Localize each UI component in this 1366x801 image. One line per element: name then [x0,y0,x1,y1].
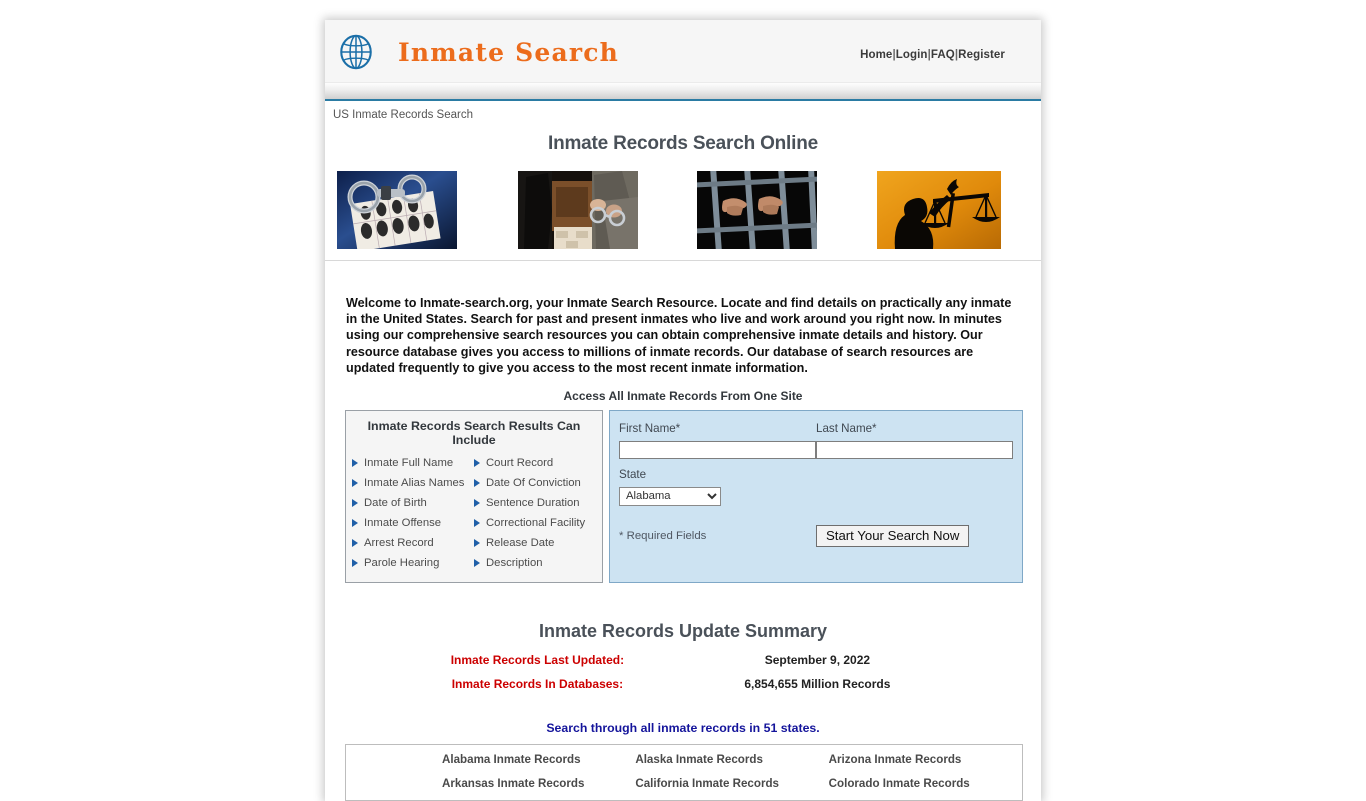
triangle-bullet-icon [474,479,480,488]
panels-row: Inmate Records Search Results Can Includ… [345,410,1023,584]
nav-link-login[interactable]: Login [896,49,928,61]
summary-value: 6,854,655 Million Records [744,677,891,692]
state-link-colorado[interactable]: Colorado Inmate Records [829,777,1022,790]
table-row: Inmate Records In Databases: 6,854,655 M… [403,672,963,696]
hero-image-justice-scales [877,171,1001,249]
triangle-bullet-icon [352,459,358,468]
feature-item: Sentence Duration [474,493,596,513]
feature-item: Arrest Record [352,533,474,553]
first-name-label: First Name* [619,422,681,436]
feature-item: Inmate Full Name [352,453,474,473]
brand-title: Inmate Search [398,37,620,67]
state-links-box: Alabama Inmate Records Alaska Inmate Rec… [345,744,1023,801]
feature-label: Correctional Facility [486,517,586,530]
feature-item: Inmate Alias Names [352,473,474,493]
state-link-arkansas[interactable]: Arkansas Inmate Records [442,777,635,790]
table-row: Inmate Records Last Updated: September 9… [403,648,963,672]
state-select[interactable]: Alabama [619,486,721,506]
features-column-right: Court Record Date Of Conviction Sentence… [474,453,596,573]
required-fields-note: * Required Fields [619,529,707,542]
feature-item: Court Record [474,453,596,473]
summary-label: Inmate Records In Databases: [451,677,624,692]
features-column-left: Inmate Full Name Inmate Alias Names Date… [352,453,474,573]
feature-item: Date Of Conviction [474,473,596,493]
feature-item: Description [474,553,596,573]
features-title: Inmate Records Search Results Can Includ… [367,419,581,448]
hero-image-handcuffs-fingerprints [337,171,457,249]
feature-label: Inmate Full Name [364,457,454,470]
first-name-field-group: First Name* [619,422,816,460]
last-name-field-group: Last Name* [816,422,1013,460]
features-panel: Inmate Records Search Results Can Includ… [345,410,603,584]
hero-image-arrest [518,171,638,249]
feature-item: Inmate Offense [352,513,474,533]
triangle-bullet-icon [352,479,358,488]
triangle-bullet-icon [474,499,480,508]
state-link-alabama[interactable]: Alabama Inmate Records [442,753,635,766]
triangle-bullet-icon [352,499,358,508]
triangle-bullet-icon [474,519,480,528]
state-link-alaska[interactable]: Alaska Inmate Records [635,753,828,766]
page-title: Inmate Records Search Online [548,133,818,154]
feature-item: Release Date [474,533,596,553]
feature-item: Correctional Facility [474,513,596,533]
first-name-input[interactable] [619,441,816,460]
hero-image-strip [325,171,1041,249]
feature-item: Parole Hearing [352,553,474,573]
triangle-bullet-icon [352,539,358,548]
summary-label: Inmate Records Last Updated: [450,653,625,668]
feature-label: Date of Birth [364,497,427,510]
state-link-california[interactable]: California Inmate Records [635,777,828,790]
summary-value: September 9, 2022 [764,653,871,668]
intro-paragraph: Welcome to Inmate-search.org, your Inmat… [346,296,1012,375]
search-form-panel: First Name* Last Name* State Alabama * R… [609,410,1023,584]
last-name-input[interactable] [816,441,1013,460]
feature-label: Court Record [486,457,554,470]
site-header: Inmate Search Home|Login|FAQ|Register [325,20,1041,83]
last-name-label: Last Name* [816,422,877,436]
feature-label: Date Of Conviction [486,477,581,490]
globe-icon [340,34,372,70]
feature-label: Parole Hearing [364,557,440,570]
nav-link-faq[interactable]: FAQ [931,49,955,61]
nav-link-home[interactable]: Home [860,49,892,61]
feature-item: Date of Birth [352,493,474,513]
triangle-bullet-icon [474,539,480,548]
triangle-bullet-icon [474,459,480,468]
nav-link-register[interactable]: Register [958,49,1005,61]
feature-label: Release Date [486,537,555,550]
triangle-bullet-icon [474,559,480,568]
start-search-button[interactable]: Start Your Search Now [816,524,970,547]
summary-table: Inmate Records Last Updated: September 9… [403,648,963,696]
site-logo[interactable]: Inmate Search [337,33,619,71]
header-accent-bar [325,83,1041,101]
feature-label: Inmate Offense [364,517,442,530]
states-count-line: Search through all inmate records in 51 … [546,721,820,736]
breadcrumb: US Inmate Records Search [333,109,473,121]
page-container: Inmate Search Home|Login|FAQ|Register US… [325,20,1041,801]
triangle-bullet-icon [352,519,358,528]
hero-image-prison-bars [697,171,817,249]
feature-label: Sentence Duration [486,497,580,510]
summary-title: Inmate Records Update Summary [538,621,828,642]
feature-label: Arrest Record [364,537,434,550]
feature-label: Inmate Alias Names [364,477,465,490]
triangle-bullet-icon [352,559,358,568]
state-label: State [619,468,647,482]
hero-divider [325,260,1041,261]
header-nav: Home|Login|FAQ|Register [860,49,1005,61]
state-link-arizona[interactable]: Arizona Inmate Records [829,753,1022,766]
access-tagline: Access All Inmate Records From One Site [563,389,803,404]
feature-label: Description [486,557,543,570]
